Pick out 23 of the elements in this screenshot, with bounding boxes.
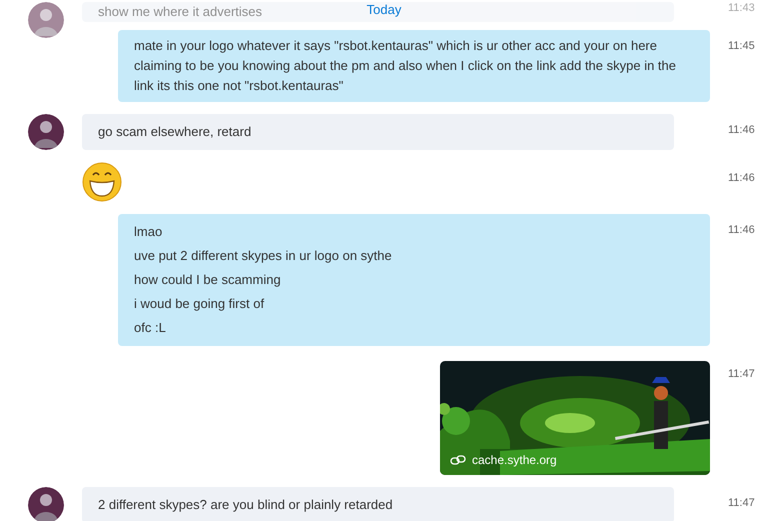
timestamp: 11:45 xyxy=(727,39,756,52)
date-label: Today xyxy=(366,2,402,17)
message-text: lmao xyxy=(134,223,162,241)
message-text: i woud be going first of xyxy=(134,295,264,313)
message-text: show me where it advertises xyxy=(98,3,262,21)
avatar xyxy=(28,487,64,521)
link-text[interactable]: cache.sythe.org xyxy=(472,453,557,467)
message-text: ofc :L xyxy=(134,319,166,337)
timestamp: 11:46 xyxy=(727,123,756,136)
message-text: uve put 2 different skypes in ur logo on sythe xyxy=(134,247,392,265)
avatar xyxy=(28,2,64,38)
message-text: go scam elsewhere, retard xyxy=(98,123,252,141)
link-icon xyxy=(450,455,466,465)
timestamp: 11:46 xyxy=(727,223,756,236)
message-text: mate in your logo whatever it says "rsbot.kentauras" which is ur other acc and your on here claiming to be you knowing about the pm and also when I click on the link add the skype in the link its this one not "rsbot.kentauras" xyxy=(134,37,677,95)
avatar xyxy=(28,114,64,150)
timestamp: 11:47 xyxy=(727,496,756,509)
timestamp: 11:47 xyxy=(727,367,756,380)
grinning-face-icon xyxy=(82,162,122,202)
timestamp: 11:46 xyxy=(727,171,756,184)
message-text: 2 different skypes? are you blind or plainly retarded xyxy=(98,496,393,514)
timestamp: 11:43 xyxy=(727,2,756,14)
message-text: how could I be scamming xyxy=(134,271,281,289)
